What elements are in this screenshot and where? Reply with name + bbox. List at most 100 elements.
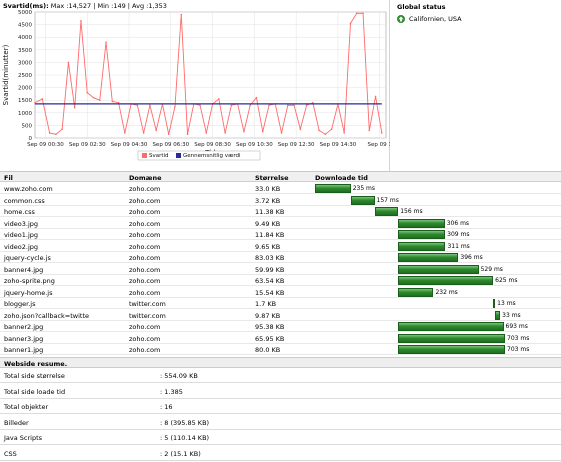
global-status-panel: Global status Californien, USA bbox=[392, 0, 561, 171]
x-tick-label: Sep 09 10:30 bbox=[236, 142, 273, 148]
svartid-data-point bbox=[92, 96, 95, 99]
table-row[interactable]: www.zoho.com zoho.com 33.0 KB 235 ms bbox=[0, 183, 561, 194]
summary-label: Billeder bbox=[4, 418, 29, 427]
svartid-data-point bbox=[149, 104, 151, 107]
y-tick-label: 3500 bbox=[18, 48, 32, 54]
table-row[interactable]: banner4.jpg zoho.com 59.99 KB 529 ms bbox=[0, 264, 561, 275]
y-tick-label: 500 bbox=[22, 123, 33, 129]
svartid-data-point bbox=[349, 22, 352, 25]
svartid-data-point bbox=[218, 98, 220, 100]
chart-title-label: Svartid(ms): bbox=[3, 2, 49, 10]
size-cell: 9.49 KB bbox=[255, 219, 281, 228]
table-row[interactable]: banner3.jpg zoho.com 65.95 KB 703 ms bbox=[0, 333, 561, 344]
file-cell: video1.jpg bbox=[4, 231, 39, 239]
svartid-data-point bbox=[312, 101, 314, 104]
svartid-data-point bbox=[124, 132, 126, 134]
size-cell: 83.03 KB bbox=[255, 254, 285, 262]
svartid-data-point bbox=[111, 100, 114, 103]
response-time-chart: 0500100015002000250030003500400045005000… bbox=[2, 10, 390, 161]
legend-swatch-average bbox=[176, 153, 181, 158]
table-row[interactable]: video1.jpg zoho.com 11.84 KB 309 ms bbox=[0, 229, 561, 240]
download-time-bar bbox=[315, 184, 351, 193]
x-tick-label: Sep 09 04:30 bbox=[111, 142, 148, 148]
file-cell: banner3.jpg bbox=[4, 334, 44, 343]
download-time-bar bbox=[350, 195, 375, 205]
download-time-label: 703 ms bbox=[507, 334, 530, 342]
svartid-data-point bbox=[98, 99, 101, 101]
header-download-time: Downloade tid bbox=[315, 173, 368, 182]
chart-title: Svartid(ms): Max :14,527 | Min :149 | Av… bbox=[3, 2, 167, 10]
size-cell: 9.87 KB bbox=[255, 311, 281, 320]
table-row[interactable]: jquery-home.js zoho.com 15.54 KB 232 ms bbox=[0, 287, 561, 298]
svartid-data-point bbox=[80, 20, 82, 22]
y-tick-label: 4500 bbox=[18, 23, 32, 29]
svartid-data-point bbox=[355, 12, 358, 15]
size-cell: 33.0 KB bbox=[255, 185, 281, 193]
header-file: Fil bbox=[4, 173, 13, 182]
svartid-data-point bbox=[105, 41, 107, 44]
table-row[interactable]: jquery-cycle.js zoho.com 83.03 KB 396 ms bbox=[0, 252, 561, 263]
summary-value: : 16 bbox=[160, 403, 173, 411]
table-row[interactable]: home.css zoho.com 11.38 KB 156 ms bbox=[0, 206, 561, 217]
y-tick-label: 5000 bbox=[18, 10, 32, 16]
file-cell: video2.jpg bbox=[4, 242, 39, 251]
size-cell: 15.54 KB bbox=[255, 288, 285, 297]
table-row[interactable]: common.css zoho.com 3.72 KB 157 ms bbox=[0, 195, 561, 206]
svartid-data-point bbox=[305, 104, 308, 107]
summary-row: Total side loade tid: 1.385 bbox=[0, 384, 561, 399]
summary-label: Total objekter bbox=[4, 403, 49, 411]
domain-cell: zoho.com bbox=[129, 185, 161, 193]
table-row[interactable]: banner2.jpg zoho.com 95.38 KB 693 ms bbox=[0, 321, 561, 332]
domain-cell: zoho.com bbox=[129, 346, 161, 354]
download-time-label: 157 ms bbox=[376, 196, 399, 204]
svartid-data-point bbox=[368, 129, 371, 132]
table-row[interactable]: zoho.json?callback=twitte twitter.com 9.87… bbox=[0, 310, 561, 321]
y-tick-label: 1000 bbox=[18, 111, 32, 117]
file-cell: blogger.js bbox=[4, 300, 36, 308]
svartid-data-point bbox=[381, 132, 383, 134]
y-tick-label: 4000 bbox=[18, 35, 32, 41]
svartid-data-point bbox=[205, 132, 208, 134]
svartid-data-point bbox=[293, 104, 295, 107]
svartid-data-point bbox=[362, 12, 364, 15]
download-time-label: 625 ms bbox=[495, 277, 518, 284]
table-row[interactable]: zoho-sprite.png zoho.com 63.54 KB 625 ms bbox=[0, 275, 561, 286]
summary-title: Webside resume. bbox=[4, 360, 68, 368]
chart-title-stats: Max :14,527 | Min :149 | Avg :1,353 bbox=[48, 2, 167, 10]
svartid-data-point bbox=[374, 95, 377, 98]
y-tick-label: 2000 bbox=[18, 86, 32, 92]
x-tick-label: Sep 09 1 bbox=[368, 142, 390, 148]
svartid-data-point bbox=[255, 96, 258, 99]
domain-cell: zoho.com bbox=[129, 265, 161, 274]
download-time-bar bbox=[398, 264, 479, 274]
svartid-data-point bbox=[180, 13, 183, 16]
table-row[interactable]: video3.jpg zoho.com 9.49 KB 306 ms bbox=[0, 218, 561, 229]
download-time-label: 396 ms bbox=[460, 254, 483, 261]
svartid-data-point bbox=[61, 128, 63, 130]
download-time-bar bbox=[398, 287, 434, 297]
svartid-data-point bbox=[167, 133, 170, 136]
location-label: Californien, USA bbox=[409, 14, 462, 23]
location-status: Californien, USA bbox=[397, 14, 462, 23]
x-tick-label: Sep 09 14:30 bbox=[320, 142, 357, 148]
summary-row: CSS: 2 (15.1 KB) bbox=[0, 446, 561, 461]
domain-cell: zoho.com bbox=[129, 208, 161, 216]
summary-label: CSS bbox=[4, 449, 17, 458]
svartid-data-point bbox=[324, 133, 327, 136]
table-row[interactable]: blogger.js twitter.com 1.7 KB 13 ms bbox=[0, 298, 561, 309]
svartid-data-point bbox=[67, 61, 70, 64]
svartid-data-point bbox=[224, 132, 226, 134]
header-domain: Domæne bbox=[129, 173, 162, 182]
svartid-data-point bbox=[86, 91, 89, 94]
table-row[interactable]: video2.jpg zoho.com 9.65 KB 311 ms bbox=[0, 241, 561, 252]
svartid-data-point bbox=[34, 101, 36, 104]
svartid-data-point bbox=[280, 132, 283, 134]
table-row[interactable]: banner1.jpg zoho.com 80.0 KB 703 ms bbox=[0, 344, 561, 355]
file-cell: banner4.jpg bbox=[4, 265, 44, 274]
svartid-data-point bbox=[73, 106, 76, 109]
download-time-bar bbox=[398, 253, 459, 262]
domain-cell: zoho.com bbox=[129, 277, 161, 285]
summary-row: Billeder: 8 (395.85 KB) bbox=[0, 415, 561, 430]
file-cell: jquery-cycle.js bbox=[4, 254, 51, 262]
file-cell: video3.jpg bbox=[4, 219, 39, 228]
